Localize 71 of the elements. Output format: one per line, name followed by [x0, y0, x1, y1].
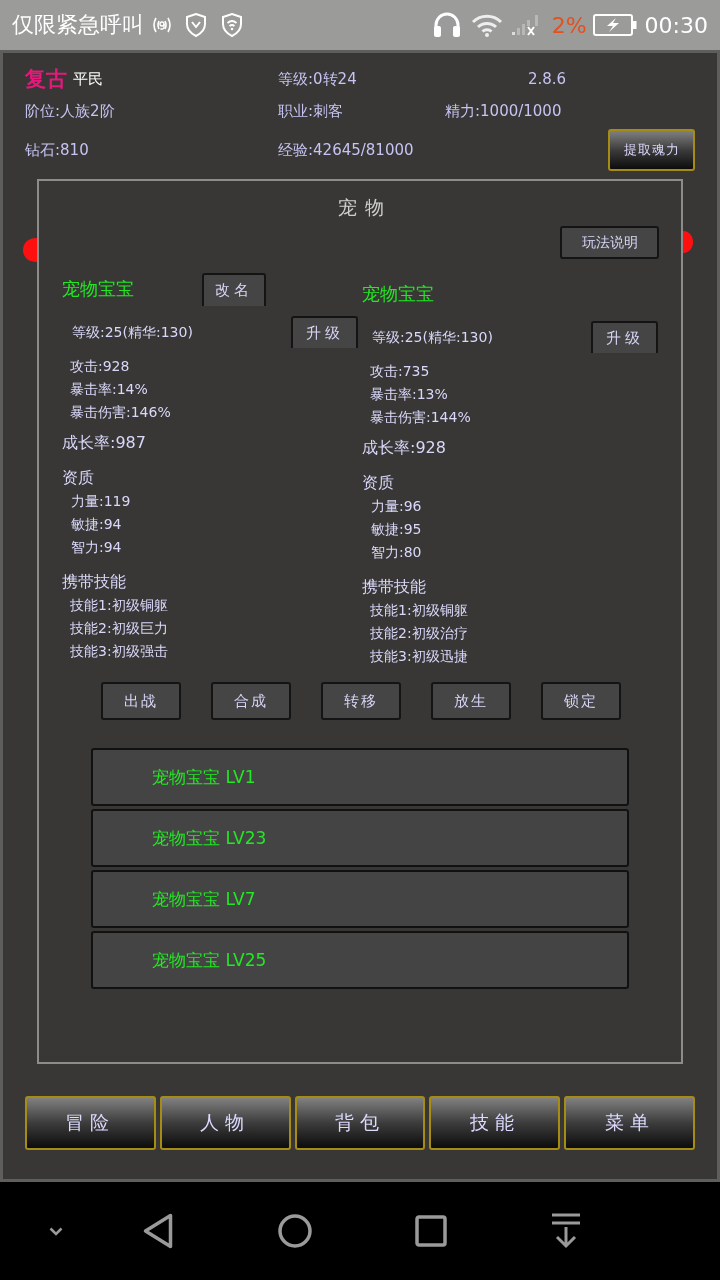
pet-list-item[interactable]: 宠物宝宝 LV25	[91, 931, 629, 989]
help-button[interactable]: 玩法说明	[560, 226, 659, 259]
aptitude-text: 敏捷:95	[371, 520, 422, 539]
recent-apps-icon[interactable]	[415, 1215, 447, 1247]
back-icon[interactable]	[143, 1213, 173, 1249]
experience-text: 经验:42645/81000	[278, 140, 414, 160]
clock-time: 00:30	[644, 12, 708, 38]
skills-heading: 携带技能	[62, 571, 126, 593]
level-text: 等级:0转24	[278, 69, 357, 89]
aptitude-text: 智力:94	[71, 538, 122, 557]
skill-text: 技能1:初级铜躯	[70, 596, 168, 615]
home-icon[interactable]	[278, 1214, 312, 1248]
growth-rate-text: 成长率:987	[62, 432, 146, 454]
headphones-icon	[432, 12, 461, 38]
pet-list-item[interactable]: 宠物宝宝 LV1	[91, 748, 629, 806]
growth-rate-text: 成长率:928	[362, 437, 446, 459]
pet-action-button[interactable]: 转移	[321, 682, 401, 720]
menu-tab[interactable]: 技能	[429, 1096, 561, 1150]
diamonds-text: 钻石:810	[25, 140, 89, 160]
skills-heading: 携带技能	[362, 576, 426, 598]
aptitude-text: 敏捷:94	[71, 515, 122, 534]
player-name: 复古	[25, 66, 67, 93]
pet-action-button[interactable]: 合成	[211, 682, 291, 720]
lines-down-arrow-icon[interactable]	[549, 1213, 583, 1249]
skill-text: 技能3:初级迅捷	[370, 647, 468, 666]
version-text: 2.8.6	[528, 70, 567, 88]
aptitude-heading: 资质	[362, 472, 394, 494]
pet-action-button[interactable]: 放生	[431, 682, 511, 720]
pet-stat-text: 暴击率:13%	[370, 385, 448, 404]
pet-stat-text: 暴击伤害:146%	[70, 403, 171, 422]
chevron-down-icon[interactable]	[49, 1226, 63, 1236]
energy-text: 精力:1000/1000	[445, 101, 562, 121]
skill-text: 技能2:初级巨力	[70, 619, 168, 638]
dialog-title: 宠物	[336, 195, 392, 220]
pet-stat-text: 攻击:735	[370, 362, 430, 381]
battery-percent: 2%	[551, 12, 587, 38]
skill-text: 技能3:初级强击	[70, 642, 168, 661]
wifi-icon	[470, 13, 503, 37]
shield-check-icon	[186, 13, 206, 37]
pet-name: 宠物宝宝	[362, 282, 434, 306]
skill-text: 技能1:初级铜躯	[370, 601, 468, 620]
pet-stat-text: 攻击:928	[70, 357, 130, 376]
player-title: 平民	[73, 69, 103, 89]
menu-tab[interactable]: 背包	[294, 1096, 426, 1150]
pet-name: 宠物宝宝	[62, 277, 134, 301]
menu-tab[interactable]: 冒险	[25, 1096, 156, 1150]
menu-tab[interactable]: 菜单	[564, 1096, 695, 1150]
rank-text: 阶位:人族2阶	[25, 101, 115, 121]
pet-action-button[interactable]: 出战	[101, 682, 181, 720]
pet-list-item[interactable]: 宠物宝宝 LV23	[91, 809, 629, 867]
battery-charging-icon	[592, 14, 637, 36]
pet-action-button[interactable]: 锁定	[541, 682, 621, 720]
pet-level-text: 等级:25(精华:130)	[372, 327, 493, 347]
shield-wifi-icon	[222, 13, 242, 37]
aptitude-heading: 资质	[62, 467, 94, 489]
skill-text: 技能2:初级治疗	[370, 624, 468, 643]
aptitude-text: 力量:96	[371, 497, 422, 516]
pet-stat-text: 暴击率:14%	[70, 380, 148, 399]
upgrade-button[interactable]: 升级	[591, 321, 658, 353]
extract-button[interactable]: 提取魂力	[608, 129, 695, 171]
carrier-text: 仅限紧急呼叫	[12, 11, 144, 39]
job-text: 职业:刺客	[278, 101, 344, 121]
aptitude-text: 智力:80	[371, 543, 422, 562]
pet-level-text: 等级:25(精华:130)	[72, 322, 193, 342]
pet-list-item[interactable]: 宠物宝宝 LV7	[91, 870, 629, 928]
upgrade-button[interactable]: 升级	[291, 316, 358, 348]
aptitude-text: 力量:119	[71, 492, 131, 511]
menu-tab[interactable]: 人物	[159, 1096, 291, 1150]
rename-button[interactable]: 改名	[202, 272, 266, 306]
signal-waves-icon	[152, 16, 172, 34]
pet-stat-text: 暴击伤害:144%	[370, 408, 471, 427]
